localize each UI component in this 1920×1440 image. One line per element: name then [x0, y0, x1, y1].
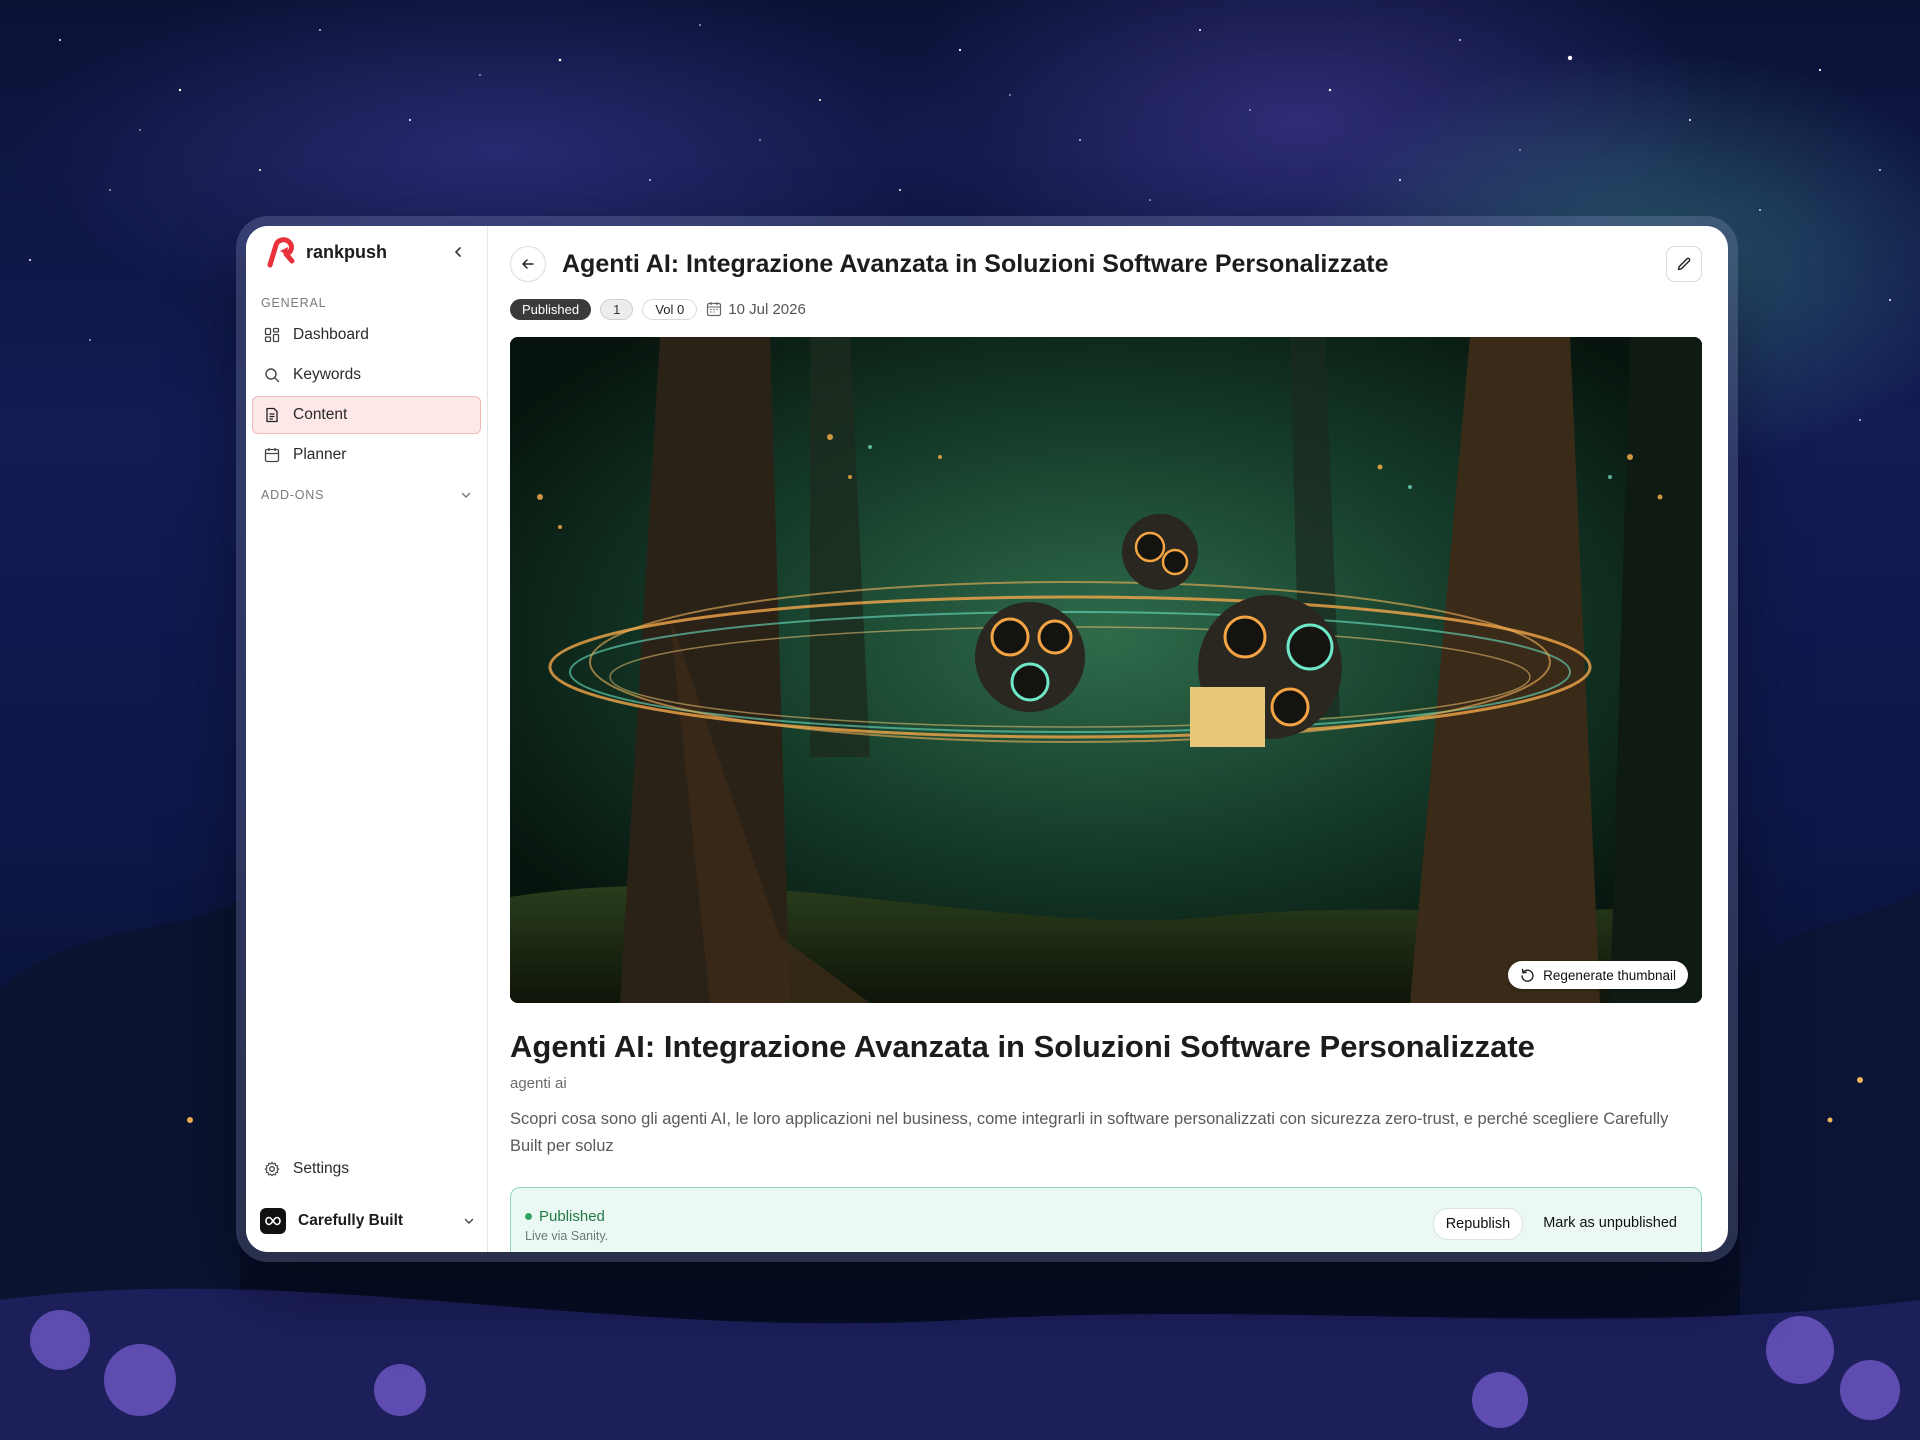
gear-icon — [263, 1160, 281, 1178]
thumbnail-image: Regenerate thumbnail — [510, 337, 1702, 1003]
article-description: Scopri cosa sono gli agenti AI, le loro … — [510, 1110, 1669, 1155]
regenerate-label: Regenerate thumbnail — [1543, 967, 1676, 983]
dashboard-icon — [263, 326, 281, 344]
regenerate-thumbnail-button[interactable]: Regenerate thumbnail — [1508, 961, 1688, 989]
calendar-icon — [263, 446, 281, 464]
brand[interactable]: rankpush — [246, 226, 487, 278]
article-title: Agenti AI: Integrazione Avanzata in Solu… — [510, 1029, 1535, 1064]
forest-robots-illustration — [510, 337, 1702, 1003]
search-icon — [263, 366, 281, 384]
publish-date: 10 Jul 2026 — [706, 301, 806, 318]
rankpush-logo-icon — [267, 237, 295, 268]
app-window: rankpush GENERAL Dashboard Keywords Cont… — [246, 226, 1728, 1252]
status-actions: Republish Mark as unpublished — [1432, 1208, 1687, 1240]
addons-section-toggle[interactable]: ADD-ONS — [246, 488, 487, 502]
pencil-icon — [1677, 257, 1691, 271]
date-text: 10 Jul 2026 — [728, 300, 806, 318]
sidebar-item-keywords[interactable]: Keywords — [252, 356, 481, 394]
page-title: Agenti AI: Integrazione Avanzata in Solu… — [562, 249, 1389, 278]
volume-badge: Vol 0 — [642, 298, 698, 320]
republish-button[interactable]: Republish — [1432, 1208, 1524, 1240]
count-badge: 1 — [600, 298, 634, 320]
calendar-icon — [706, 301, 722, 317]
document-icon — [263, 406, 281, 424]
brand-name: rankpush — [306, 241, 388, 262]
status-dot-icon — [525, 1213, 532, 1220]
sidebar-item-label: Planner — [293, 446, 347, 463]
back-button[interactable] — [510, 246, 546, 282]
workspace-switcher[interactable]: Carefully Built — [260, 1202, 475, 1240]
meta-row: Published 1 Vol 0 10 Jul 2026 — [510, 297, 1702, 321]
sidebar-item-content[interactable]: Content — [252, 396, 481, 434]
sidebar-item-label: Dashboard — [293, 326, 369, 343]
sidebar-item-label: Keywords — [293, 366, 362, 383]
publish-status-card: Published Live via Sanity. Republish Mar… — [510, 1187, 1702, 1252]
status-badge: Published — [510, 298, 592, 320]
status-subtext: Live via Sanity. — [525, 1229, 609, 1243]
sidebar-item-planner[interactable]: Planner — [252, 436, 481, 474]
publish-status-label: Published — [525, 1208, 608, 1225]
page-header: Agenti AI: Integrazione Avanzata in Solu… — [510, 244, 1702, 284]
general-section-label: GENERAL — [261, 296, 327, 310]
sidebar-item-label: Content — [293, 406, 348, 423]
refresh-icon — [1520, 968, 1535, 983]
status-text: Published — [539, 1208, 605, 1225]
mark-unpublished-button[interactable]: Mark as unpublished — [1533, 1208, 1687, 1238]
main-content: Agenti AI: Integrazione Avanzata in Solu… — [488, 226, 1728, 1252]
workspace-name: Carefully Built — [298, 1212, 404, 1229]
sidebar-item-label: Settings — [293, 1160, 350, 1177]
article-keyword: agenti ai — [510, 1075, 567, 1092]
addons-label: ADD-ONS — [261, 488, 325, 502]
arrow-left-icon — [522, 259, 534, 269]
collapse-sidebar-button[interactable] — [447, 241, 469, 263]
chevron-down-icon — [464, 1218, 474, 1224]
chevron-left-icon — [454, 247, 461, 257]
sidebar: rankpush GENERAL Dashboard Keywords Cont… — [246, 226, 488, 1252]
workspace-logo-icon — [260, 1208, 286, 1234]
sidebar-item-settings[interactable]: Settings — [252, 1150, 481, 1188]
edit-button[interactable] — [1666, 246, 1702, 282]
sidebar-item-dashboard[interactable]: Dashboard — [252, 316, 481, 354]
sidebar-footer: Settings Carefully Built — [246, 1148, 487, 1252]
publish-status: Published Live via Sanity. — [525, 1208, 608, 1243]
chevron-down-icon — [461, 492, 471, 498]
